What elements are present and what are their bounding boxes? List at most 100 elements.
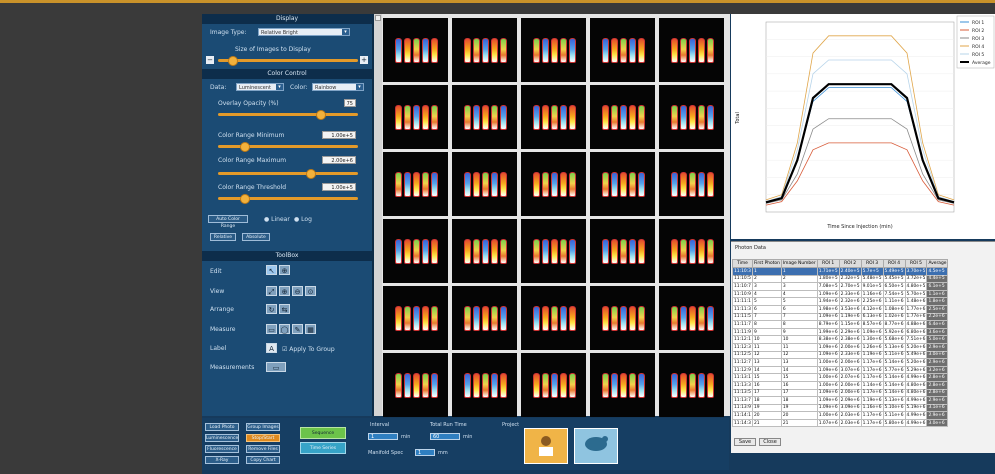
zoom-out-button[interactable]: − [206,56,214,64]
sequence-button[interactable]: Sequence [300,427,346,439]
image-tile[interactable] [452,152,517,216]
column-header[interactable]: ROI 5 [904,259,928,268]
image-tile[interactable] [659,286,724,350]
table-row[interactable]: 11:11:9 9 9 1.99e+6 2.29e+6 1.09e+6 5.92e+6 6.8… [732,327,949,337]
column-header[interactable]: ROI 2 [838,259,862,268]
scale-linear-radio[interactable]: ● Linear [264,216,290,223]
color-min-slider[interactable] [218,142,358,152]
table-row[interactable]: 11:12:3 11 11 1.09e+6 2.00e+6 1.26e+6 5.13e+6 5… [732,342,949,352]
zoom-in-icon[interactable]: ⊕ [279,286,290,296]
close-button[interactable]: Close [759,438,781,446]
image-tile[interactable] [521,353,586,417]
table-row[interactable]: 11:13:3 16 16 1.00e+6 2.00e+6 1.14e+6 5.14e+6 4… [732,380,949,390]
apply-to-group-checkbox[interactable]: ☑ Apply To Group [282,346,335,353]
zoom-in-button[interactable]: + [360,56,368,64]
interval-input[interactable]: 1 [368,433,398,440]
overlay-slider-handle[interactable] [316,110,326,120]
pointer-icon[interactable]: ↖ [266,265,277,275]
color-max-handle[interactable] [306,169,316,179]
table-row[interactable]: 11:11:7 8 8 8.79e+6 1.15e+6 8.57e+6 8.77e+6 4.8… [732,320,949,329]
group-images-button[interactable]: Group Images [246,423,280,431]
image-tile[interactable] [383,152,448,216]
grid-roi-icon[interactable]: ▦ [305,324,316,334]
xray-button[interactable]: X-Ray [205,456,239,464]
column-header[interactable]: Image Number [780,259,818,268]
rotate-icon[interactable]: ↻ [266,304,277,314]
image-tile[interactable] [383,85,448,149]
zoom-out-icon[interactable]: ⊖ [292,286,303,296]
table-row[interactable]: 11:14:1 20 20 1.00e+6 2.03e+6 1.17e+6 5.11e+6 4… [732,411,949,420]
image-tile[interactable] [590,219,655,283]
image-tile[interactable] [659,18,724,82]
data-select[interactable]: Luminescent ▾ [236,83,284,91]
project-thumbnail-2[interactable] [574,428,618,464]
column-header[interactable]: ROI 4 [882,259,906,268]
image-tile[interactable] [521,286,586,350]
size-slider[interactable] [218,56,358,66]
image-tile[interactable] [383,286,448,350]
image-tile[interactable] [452,85,517,149]
image-tile[interactable] [590,286,655,350]
load-photo-button[interactable]: Load Photo [205,423,239,431]
image-tile[interactable] [590,18,655,82]
image-tile[interactable] [452,286,517,350]
text-label-icon[interactable]: A [266,343,277,353]
save-button[interactable]: Save [734,438,756,446]
table-row[interactable]: 11:11:5 7 7 1.09e+6 1.19e+6 6.13e+6 1.02e+6 1.7… [732,312,949,322]
ruler-icon[interactable]: ▭ [266,362,286,372]
vertical-scrollbar[interactable] [374,14,382,416]
fluorescence-button[interactable]: Fluorescence [205,445,239,453]
flip-icon[interactable]: ⇆ [279,304,290,314]
image-tile[interactable] [383,219,448,283]
image-tile[interactable] [383,18,448,82]
image-tile[interactable] [452,18,517,82]
zoom-reset-icon[interactable]: ⊙ [305,286,316,296]
image-tile[interactable] [590,353,655,417]
overlay-opacity-slider[interactable] [218,110,358,120]
column-header[interactable]: ROI 1 [816,259,840,268]
table-row[interactable]: 11:11:3 6 6 1.98e+6 3.53e+6 4.12e+6 1.08e+6 1.7… [732,304,949,314]
image-tile[interactable] [452,353,517,417]
overlay-opacity-value[interactable]: 75 [344,99,356,107]
table-row[interactable]: 11:12:1 10 10 8.38e+6 2.38e+6 1.30e+6 5.68e+6 7… [732,335,949,344]
image-tile[interactable] [521,152,586,216]
time-series-button[interactable]: Time Series [300,442,346,454]
stop-start-button[interactable]: Stop/Start [246,434,280,442]
column-header[interactable]: ROI 3 [860,259,884,268]
color-max-slider[interactable] [218,169,358,179]
image-tile[interactable] [521,18,586,82]
table-row[interactable]: 11:13:5 17 17 1.09e+6 2.00e+6 1.17e+6 5.14e+6 4… [732,388,949,398]
table-row[interactable]: 11:10:3 1 1 1.71e+5 2.40e+5 5.7e+5 5.49e+5 3.70… [732,267,949,276]
image-tile[interactable] [521,85,586,149]
table-row[interactable]: 11:11:1 5 5 1.94e+6 2.32e+6 2.25e+6 1.11e+6 1.4… [732,297,949,306]
auto-color-range-button[interactable]: Auto Color Range [208,215,248,229]
column-header[interactable]: Time [732,259,753,268]
copy-chart-button[interactable]: Copy Chart [246,456,280,464]
image-tile[interactable] [590,152,655,216]
image-tile[interactable] [659,85,724,149]
image-tile[interactable] [383,353,448,417]
table-row[interactable]: 11:12:9 14 14 1.09e+6 3.07e+6 1.17e+6 5.77e+6 5… [732,365,949,375]
color-min-handle[interactable] [240,142,250,152]
image-tile[interactable] [659,219,724,283]
scroll-up-icon[interactable] [375,15,381,21]
ellipse-roi-icon[interactable]: ◯ [279,324,290,334]
image-tile[interactable] [452,219,517,283]
table-row[interactable]: 11:13:7 18 18 1.09e+6 2.09e+6 1.19e+6 5.13e+6 4… [732,396,949,405]
fit-view-icon[interactable]: ⤢ [266,286,277,296]
manifold-input[interactable]: 1 [415,449,435,456]
image-tile[interactable] [659,152,724,216]
column-header[interactable]: First Photon [751,259,782,268]
table-row[interactable]: 11:13:1 15 15 1.00e+6 2.07e+6 1.17e+6 5.14e+6 4… [732,373,949,382]
table-row[interactable]: 11:12:7 13 13 1.00e+6 2.00e+6 1.17e+6 5.14e+6 5… [732,358,949,367]
project-thumbnail-1[interactable] [524,428,568,464]
table-row[interactable]: 11:10:5 2 2 1.80e+5 2.32e+5 5.48e+5 5.45e+5 3.7… [732,274,949,284]
threshold-handle[interactable] [240,194,250,204]
remove-files-button[interactable]: Remove Files [246,445,280,453]
crosshair-icon[interactable]: ⊕ [279,265,290,275]
table-row[interactable]: 11:14:3 21 21 1.07e+6 2.03e+6 1.17e+6 5.80e+6 4… [732,418,949,428]
table-row[interactable]: 11:10:7 3 3 7.08e+5 2.70e+5 9.01e+5 6.50e+5 4.8… [732,282,949,291]
table-row[interactable]: 11:13:9 19 19 1.09e+6 3.09e+6 1.16e+6 5.10e+6 5… [732,403,949,413]
image-tile[interactable] [590,85,655,149]
scale-log-radio[interactable]: ● Log [294,216,312,223]
